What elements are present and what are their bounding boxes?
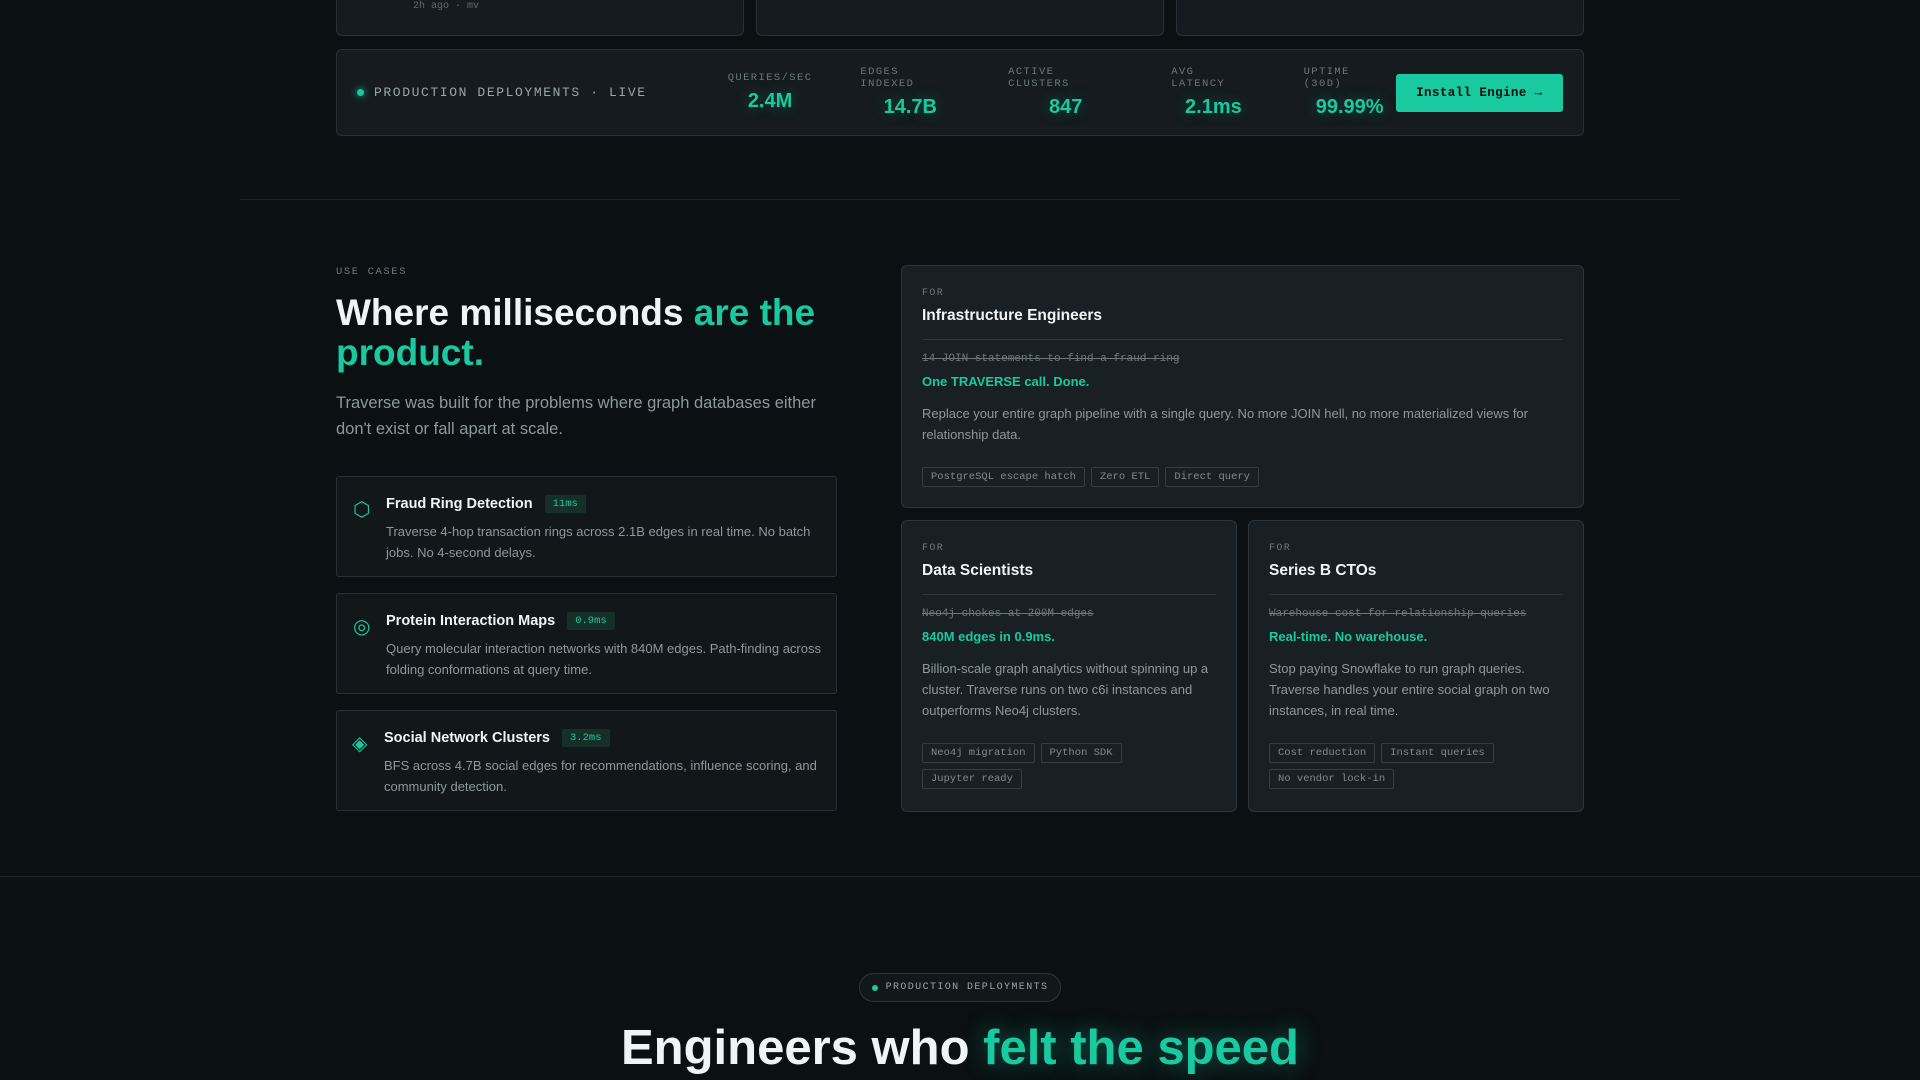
tag: Cost reduction bbox=[1269, 743, 1376, 763]
headline-accent: felt the speed bbox=[983, 1021, 1299, 1075]
use-case-header: Fraud Ring Detection 11ms bbox=[386, 495, 586, 513]
tag: Zero ETL bbox=[1090, 467, 1160, 487]
stat-label: QUERIES/SEC bbox=[727, 72, 813, 84]
persona-divider bbox=[922, 339, 1563, 340]
pill-label: PRODUCTION DEPLOYMENTS bbox=[885, 982, 1049, 993]
stats-bar: PRODUCTION DEPLOYMENTS · LIVE QUERIES/SE… bbox=[336, 49, 1584, 136]
use-case-fraud[interactable]: ⬡ Fraud Ring Detection 11ms Traverse 4-h… bbox=[336, 476, 837, 577]
persona-tags: PostgreSQL escape hatch Zero ETL Direct … bbox=[922, 467, 1259, 487]
persona-title: Infrastructure Engineers bbox=[922, 307, 1103, 324]
persona-body: Billion-scale graph analytics without sp… bbox=[922, 661, 1209, 718]
tag: Direct query bbox=[1165, 467, 1259, 487]
tag: Python SDK bbox=[1040, 743, 1122, 763]
production-deployments-pill: PRODUCTION DEPLOYMENTS bbox=[859, 973, 1061, 1002]
diamond-icon: ◈ bbox=[352, 733, 368, 755]
use-case-desc: Query molecular interaction networks wit… bbox=[386, 641, 821, 677]
stat-value: 2.4M bbox=[747, 90, 793, 112]
use-case-desc: Traverse 4-hop transaction rings across … bbox=[386, 524, 811, 560]
top-card-row: 2h ago · mv bbox=[336, 0, 1584, 36]
stat-value: 2.1ms bbox=[1185, 96, 1242, 118]
persona-for: FOR bbox=[922, 543, 945, 554]
stat-uptime: UPTIME (30D) 99.99% bbox=[1304, 66, 1396, 119]
use-case-social[interactable]: ◈ Social Network Clusters 3.2ms BFS acro… bbox=[336, 710, 837, 811]
latency-badge: 3.2ms bbox=[562, 729, 610, 747]
latency-badge: 11ms bbox=[544, 495, 586, 513]
persona-card-ctos[interactable]: FOR Series B CTOs Warehouse cost for rel… bbox=[1248, 520, 1584, 812]
stat-label: ACTIVE CLUSTERS bbox=[1008, 66, 1070, 90]
persona-old-way: Warehouse cost for relationship queries bbox=[1269, 608, 1527, 620]
tag: Neo4j migration bbox=[922, 743, 1035, 763]
top-card[interactable] bbox=[1176, 0, 1584, 36]
hexagon-icon: ⬡ bbox=[353, 499, 371, 521]
persona-new-way: Real-time. No warehouse. bbox=[1269, 629, 1428, 644]
persona-old-way: 14 JOIN statements to find a fraud ring bbox=[922, 353, 1180, 365]
persona-divider bbox=[922, 594, 1216, 595]
pill-dot-icon bbox=[871, 984, 878, 991]
top-card[interactable] bbox=[756, 0, 1164, 36]
title-plain: Where milliseconds bbox=[336, 292, 694, 333]
tag: Jupyter ready bbox=[922, 769, 1022, 789]
top-card[interactable]: 2h ago · mv bbox=[336, 0, 744, 36]
persona-for: FOR bbox=[1269, 543, 1292, 554]
headline-plain: Engineers who bbox=[621, 1021, 984, 1075]
use-case-name: Social Network Clusters bbox=[384, 730, 550, 746]
stat-edges: EDGES INDEXED 14.7B bbox=[860, 66, 960, 119]
persona-new-way: One TRAVERSE call. Done. bbox=[922, 374, 1090, 389]
testimonials-headline: Engineers who felt the speed bbox=[0, 1020, 1920, 1076]
top-card-meta: 2h ago · mv bbox=[413, 1, 480, 12]
use-case-name: Fraud Ring Detection bbox=[386, 496, 533, 512]
persona-card-infra[interactable]: FOR Infrastructure Engineers 14 JOIN sta… bbox=[901, 265, 1584, 508]
tag: No vendor lock-in bbox=[1269, 769, 1395, 789]
stat-latency: AVG LATENCY 2.1ms bbox=[1171, 66, 1255, 119]
persona-old-way: Neo4j chokes at 200M edges bbox=[922, 608, 1094, 620]
section-divider bbox=[240, 199, 1680, 200]
persona-tags: Neo4j migration Python SDK Jupyter ready bbox=[922, 743, 1212, 789]
section-divider bbox=[0, 876, 1920, 877]
use-case-header: Protein Interaction Maps 0.9ms bbox=[386, 612, 615, 630]
stat-queries: QUERIES/SEC 2.4M bbox=[728, 72, 813, 113]
tag: PostgreSQL escape hatch bbox=[922, 467, 1085, 487]
install-engine-button[interactable]: Install Engine → bbox=[1395, 73, 1563, 112]
use-cases-title: Where milliseconds are the product. bbox=[336, 293, 856, 373]
stat-label: UPTIME (30D) bbox=[1303, 66, 1350, 90]
target-icon: ◎ bbox=[353, 616, 371, 638]
persona-divider bbox=[1269, 594, 1563, 595]
use-case-protein[interactable]: ◎ Protein Interaction Maps 0.9ms Query m… bbox=[336, 593, 837, 694]
persona-tags: Cost reduction Instant queries No vendor… bbox=[1269, 743, 1559, 789]
stat-label: EDGES INDEXED bbox=[860, 66, 915, 90]
persona-body: Replace your entire graph pipeline with … bbox=[922, 406, 1528, 442]
tag: Instant queries bbox=[1381, 743, 1494, 763]
persona-for: FOR bbox=[922, 288, 945, 299]
persona-new-way: 840M edges in 0.9ms. bbox=[922, 629, 1055, 644]
stat-value: 99.99% bbox=[1315, 96, 1384, 118]
persona-title: Data Scientists bbox=[922, 562, 1034, 579]
persona-title: Series B CTOs bbox=[1269, 562, 1377, 579]
use-case-desc: BFS across 4.7B social edges for recomme… bbox=[384, 758, 817, 794]
live-label: PRODUCTION DEPLOYMENTS · LIVE bbox=[374, 85, 647, 100]
live-dot-icon bbox=[357, 89, 364, 96]
use-cases-subtitle: Traverse was built for the problems wher… bbox=[336, 394, 816, 438]
persona-body: Stop paying Snowflake to run graph queri… bbox=[1269, 661, 1550, 718]
use-case-header: Social Network Clusters 3.2ms bbox=[384, 729, 610, 747]
persona-card-data-scientists[interactable]: FOR Data Scientists Neo4j chokes at 200M… bbox=[901, 520, 1237, 812]
live-indicator: PRODUCTION DEPLOYMENTS · LIVE bbox=[357, 85, 692, 100]
use-case-name: Protein Interaction Maps bbox=[386, 613, 556, 629]
stat-label: AVG LATENCY bbox=[1171, 66, 1226, 90]
latency-badge: 0.9ms bbox=[567, 612, 615, 630]
stat-clusters: ACTIVE CLUSTERS 847 bbox=[1008, 66, 1123, 119]
use-cases-eyebrow: USE CASES bbox=[336, 266, 408, 278]
stat-value: 14.7B bbox=[883, 96, 937, 118]
stat-value: 847 bbox=[1048, 96, 1083, 118]
